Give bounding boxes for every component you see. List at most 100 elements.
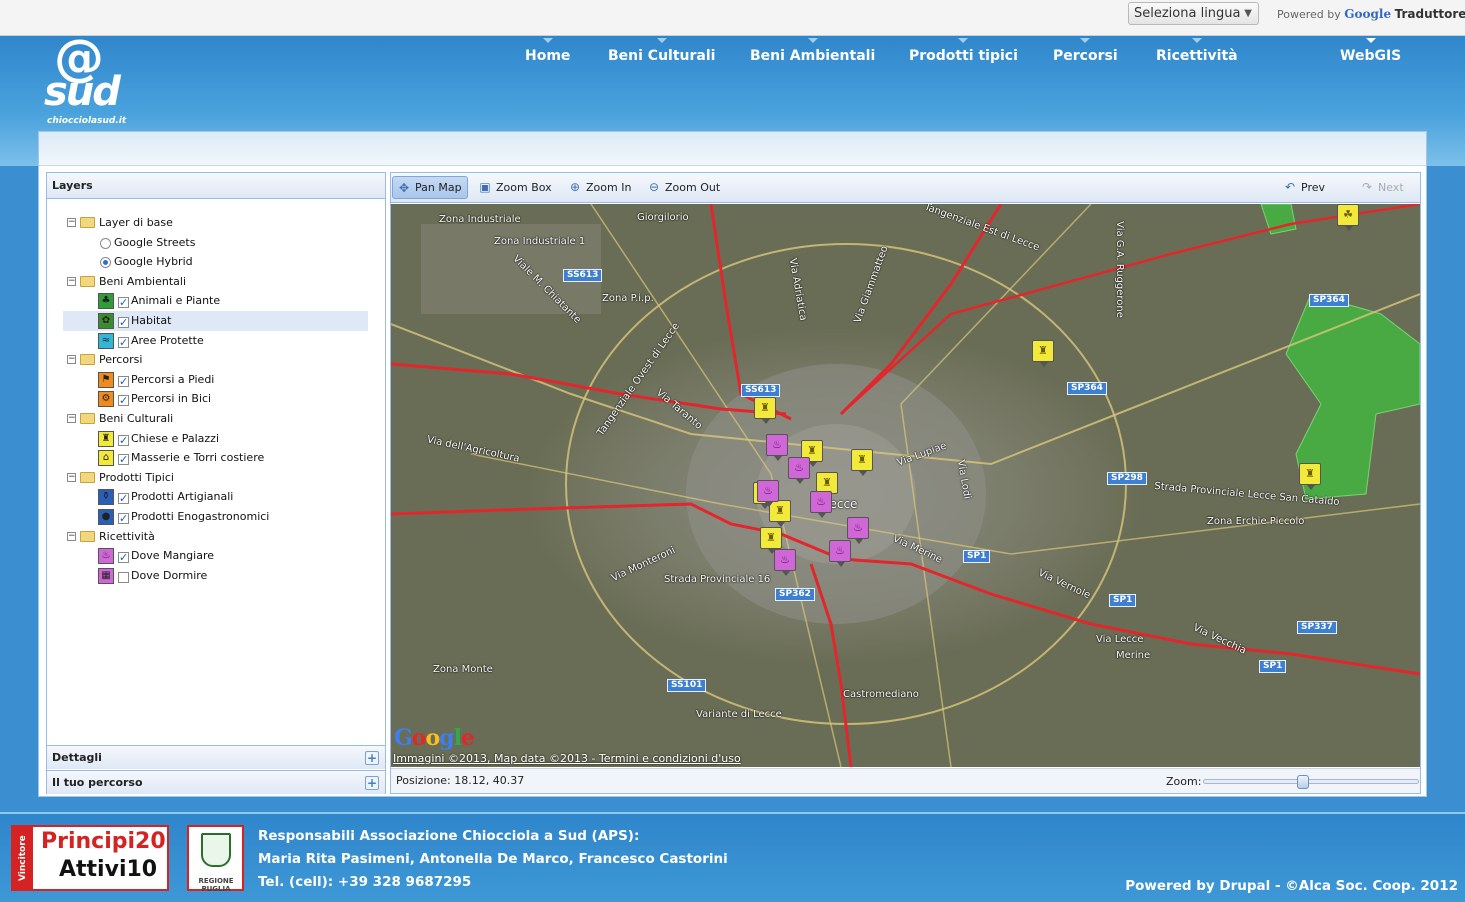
bicycle-icon: ⚙ — [98, 391, 114, 408]
layer-item[interactable]: ⚑ ✓ Percorsi a Piedi — [63, 370, 368, 390]
layer-checkbox[interactable]: ✓ — [118, 297, 129, 309]
layer-item[interactable]: ♨ ✓ Dove Mangiare — [63, 546, 368, 566]
zoom-out-button[interactable]: ⊖ Zoom Out — [643, 176, 725, 199]
restaurant-marker[interactable]: ♨ — [810, 491, 832, 518]
dish-icon: ♨ — [98, 548, 114, 565]
next-button[interactable]: ↷ Next — [1356, 176, 1409, 199]
nav-prodotti-tipici[interactable]: Prodotti tipici — [909, 38, 1018, 64]
nav-percorsi[interactable]: Percorsi — [1053, 38, 1118, 64]
church-marker[interactable]: ♜ — [760, 527, 782, 554]
road-shield: SP364 — [1067, 382, 1107, 395]
nav-beni-culturali[interactable]: Beni Culturali — [608, 38, 715, 64]
road-shield: SP364 — [1309, 294, 1349, 307]
layer-checkbox[interactable]: ✓ — [118, 434, 129, 446]
habitat-marker[interactable]: ☘ — [1337, 204, 1359, 231]
zoom-label: Zoom: — [1166, 775, 1202, 788]
restaurant-marker[interactable]: ♨ — [788, 457, 810, 484]
collapse-icon[interactable]: − — [67, 218, 76, 227]
layer-item[interactable]: Google Hybrid — [63, 252, 368, 272]
percorso-panel-header[interactable]: Il tuo percorso + — [47, 770, 385, 794]
collapse-icon[interactable]: − — [67, 531, 76, 541]
map-label: Zona Erchie Piccolo — [1207, 516, 1305, 527]
dettagli-panel-header[interactable]: Dettagli + — [47, 745, 385, 769]
restaurant-marker[interactable]: ♨ — [847, 517, 869, 544]
layer-item[interactable]: ♜ ✓ Chiese e Palazzi — [63, 429, 368, 449]
layer-checkbox[interactable]: ✓ — [118, 493, 129, 505]
regione-puglia-badge[interactable]: REGIONE PUGLIA — [187, 825, 244, 893]
zoom-slider-thumb[interactable] — [1297, 775, 1309, 789]
restaurant-marker[interactable]: ♨ — [757, 480, 779, 507]
nav-beni-ambientali[interactable]: Beni Ambientali — [750, 38, 875, 64]
layer-checkbox[interactable]: ✓ — [118, 512, 129, 524]
google-map-logo: Google — [394, 725, 475, 751]
layer-item[interactable]: ⚱ ✓ Prodotti Artigianali — [63, 487, 368, 507]
church-marker[interactable]: ♜ — [754, 397, 776, 424]
restaurant-marker[interactable]: ♨ — [766, 434, 788, 461]
layer-checkbox[interactable]: ✓ — [118, 552, 129, 564]
layer-radio[interactable] — [100, 237, 111, 249]
church-marker[interactable]: ♜ — [851, 449, 873, 476]
layer-group-label: Prodotti Tipici — [99, 470, 174, 484]
collapse-icon[interactable]: − — [67, 413, 76, 423]
prev-icon: ↶ — [1284, 180, 1296, 194]
prev-button[interactable]: ↶ Prev — [1279, 176, 1330, 199]
nav-webgis[interactable]: WebGIS — [1340, 38, 1401, 64]
road-shield: SS613 — [741, 384, 781, 397]
layer-checkbox[interactable]: ✓ — [118, 395, 129, 407]
google-translate-credit: Powered by Google Traduttore — [1277, 7, 1465, 21]
collapse-icon[interactable]: − — [67, 355, 76, 365]
layer-checkbox[interactable] — [118, 571, 129, 583]
layer-item[interactable]: ⌂ ✓ Masserie e Torri costiere — [63, 448, 368, 468]
layer-item[interactable]: ▦ Dove Dormire — [63, 566, 368, 586]
layer-group[interactable]: − Beni Culturali — [63, 409, 368, 429]
layer-group-label: Layer di base — [99, 216, 173, 229]
layer-group[interactable]: − Ricettività — [63, 527, 368, 547]
layer-item-label: Masserie e Torri costiere — [131, 451, 265, 465]
layer-group[interactable]: − Beni Ambientali — [63, 272, 368, 292]
layer-checkbox[interactable]: ✓ — [118, 316, 129, 328]
position-readout: Posizione: 18.12, 40.37 — [396, 774, 525, 787]
layer-item[interactable]: ● ✓ Prodotti Enogastronomici — [63, 507, 368, 527]
layer-group[interactable]: − Percorsi — [63, 350, 368, 370]
layer-item[interactable]: ♣ ✓ Animali e Piante — [63, 291, 368, 311]
church-marker[interactable]: ♜ — [1032, 340, 1054, 367]
map-label: Zona Industriale — [439, 214, 521, 225]
layer-item[interactable]: ≈ ✓ Aree Protette — [63, 331, 368, 351]
map-attribution[interactable]: Immagini ©2013, Map data ©2013 - Termini… — [393, 752, 741, 765]
collapse-icon[interactable]: − — [67, 276, 76, 286]
pan-map-button[interactable]: ✥ Pan Map — [392, 176, 468, 199]
map-canvas[interactable]: Zona Industriale Zona Industriale 1 Gior… — [391, 204, 1420, 767]
restaurant-marker[interactable]: ♨ — [774, 549, 796, 576]
zoom-slider[interactable] — [1203, 775, 1419, 789]
expand-icon[interactable]: + — [365, 751, 379, 765]
footer-contacts: Responsabili Associazione Chiocciola a S… — [258, 828, 728, 890]
restaurant-marker[interactable]: ♨ — [829, 540, 851, 567]
map-label: Strada Provinciale 16 — [664, 574, 771, 585]
language-select[interactable]: Seleziona lingua ▼ — [1128, 2, 1259, 25]
layer-checkbox[interactable]: ✓ — [118, 336, 129, 348]
layer-item[interactable]: ⚙ ✓ Percorsi in Bici — [63, 389, 368, 409]
collapse-icon[interactable]: − — [67, 472, 76, 482]
layer-checkbox[interactable]: ✓ — [118, 375, 129, 387]
layer-item-label: Habitat — [131, 313, 172, 327]
content-panel: Layers − Layer di base Google Streets Googl… — [38, 131, 1427, 797]
expand-icon[interactable]: + — [365, 776, 379, 790]
layer-checkbox[interactable]: ✓ — [118, 454, 129, 466]
nav-home[interactable]: Home — [525, 38, 570, 64]
layer-radio[interactable] — [100, 257, 111, 269]
nav-ricettivita[interactable]: Ricettività — [1156, 38, 1238, 64]
layer-item[interactable]: Google Streets — [63, 233, 368, 253]
principi-attivi-badge[interactable]: Vincitore Principi20 Attivi10 — [11, 825, 169, 891]
translator-link[interactable]: Traduttore — [1395, 7, 1465, 21]
layer-item[interactable]: ✿ ✓ Habitat — [63, 310, 368, 331]
church-marker[interactable]: ♜ — [1299, 463, 1321, 490]
map-label: Variante di Lecce — [696, 709, 782, 720]
layer-group[interactable]: − Prodotti Tipici — [63, 468, 368, 488]
layer-group[interactable]: − Layer di base — [63, 213, 368, 233]
vase-icon: ⚱ — [98, 489, 114, 506]
zoom-box-button[interactable]: ▣ Zoom Box — [474, 176, 557, 199]
google-logo: Google — [1344, 7, 1392, 21]
layers-panel-title: Layers — [47, 173, 385, 199]
zoom-in-button[interactable]: ⊕ Zoom In — [564, 176, 636, 199]
farmhouse-icon: ⌂ — [98, 450, 114, 467]
